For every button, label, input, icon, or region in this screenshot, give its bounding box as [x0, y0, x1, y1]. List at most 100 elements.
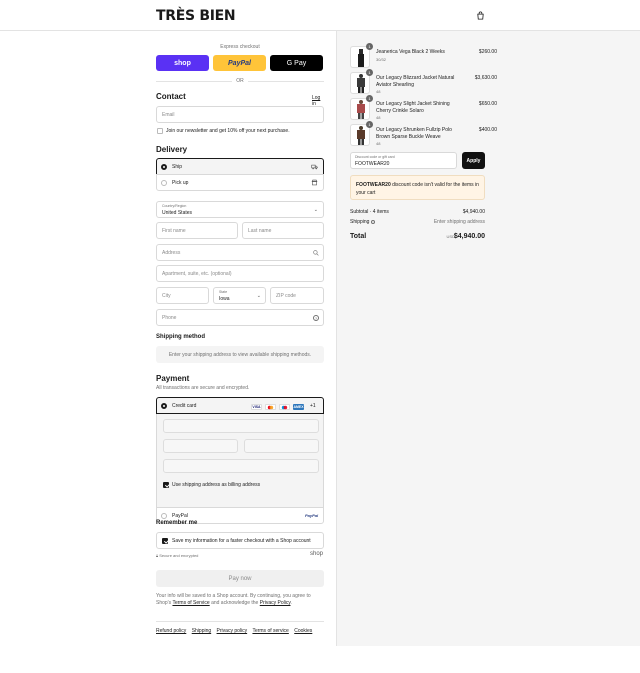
paypal-logo: PayPal — [305, 513, 319, 518]
footer-link-cookies[interactable]: Cookies — [294, 628, 312, 634]
privacy-link[interactable]: Privacy Policy — [260, 600, 291, 606]
credit-card-option[interactable]: Credit card VISA AMEX +1 — [156, 397, 324, 414]
chevron-down-icon: ⌄ — [313, 207, 318, 213]
footer-link-shipping[interactable]: Shipping — [192, 628, 211, 634]
store-icon — [311, 179, 318, 186]
ship-option[interactable]: Ship — [156, 158, 324, 175]
remember-box: Save my information for a faster checkou… — [156, 532, 324, 549]
discount-value: FOOTWEAR20 — [355, 161, 390, 167]
express-checkout-title: Express checkout — [220, 44, 260, 50]
phone-field[interactable]: Phone ? — [156, 309, 324, 326]
page-bottom — [0, 646, 640, 673]
quantity-badge: 1 — [366, 121, 373, 128]
remember-title: Remember me — [156, 520, 198, 526]
discount-error: FOOTWEAR20 discount code isn't valid for… — [350, 175, 485, 200]
delivery-title: Delivery — [156, 145, 188, 154]
ship-label: Ship — [172, 164, 183, 170]
lock-icon: 🔒︎ — [156, 553, 159, 558]
footer-link-terms[interactable]: Terms of service — [252, 628, 288, 634]
secure-label: 🔒︎ Secure and encrypted — [156, 553, 198, 558]
error-code: FOOTWEAR20 — [356, 182, 391, 188]
maestro-icon — [279, 404, 290, 410]
legal-text: Your info will be saved to a Shop accoun… — [156, 593, 324, 607]
expiry-field[interactable] — [163, 439, 238, 453]
shipping-method-title: Shipping method — [156, 334, 205, 340]
card-details-panel: Use shipping address as billing address — [156, 414, 324, 507]
chevron-down-icon: ⌄ — [256, 293, 261, 299]
footer-link-privacy[interactable]: Privacy policy — [217, 628, 248, 634]
item-variant: 48 — [376, 89, 381, 94]
paypal-option-label: PayPal — [172, 513, 188, 519]
ship-radio[interactable] — [161, 163, 167, 170]
cart-item: 1 Jeanerica Vega Black 2 Weeks 30/32 $26… — [350, 43, 497, 68]
item-name: Our Legacy Blizzard Jacket Natural Aviat… — [376, 75, 455, 88]
shopping-bag-icon[interactable] — [476, 11, 485, 20]
state-select[interactable]: State Iowa ⌄ — [213, 287, 266, 304]
item-variant: 48 — [376, 115, 381, 120]
item-price: $260.00 — [478, 49, 497, 55]
payment-subtitle: All transactions are secure and encrypte… — [156, 385, 250, 391]
card-number-field[interactable] — [163, 419, 319, 433]
discount-input[interactable]: Discount code or gift card FOOTWEAR20 — [350, 152, 457, 169]
truck-icon — [311, 164, 318, 170]
item-name: Jeanerica Vega Black 2 Weeks — [376, 49, 445, 55]
or-divider: OR — [156, 78, 324, 84]
zip-field[interactable]: ZIP code — [270, 287, 324, 304]
item-name: Our Legacy Slight Jacket Shining Cherry … — [376, 101, 450, 114]
item-price: $400.00 — [478, 127, 497, 133]
credit-card-label: Credit card — [172, 403, 197, 409]
product-swatch — [358, 54, 361, 67]
phone-placeholder: Phone — [162, 314, 177, 321]
cart-item: 1 Our Legacy Slight Jacket Shining Cherr… — [350, 95, 497, 120]
shipping-label: Shipping — [350, 219, 375, 225]
more-brands-label: +1 — [310, 403, 316, 409]
country-select[interactable]: Country/Region United States ⌄ — [156, 201, 324, 218]
pickup-radio[interactable] — [161, 179, 167, 186]
total-label: Total — [350, 233, 367, 240]
pickup-option[interactable]: Pick up — [156, 174, 324, 191]
quantity-badge: 1 — [366, 69, 373, 76]
pay-now-button[interactable]: Pay now — [156, 570, 324, 587]
footer-links: Refund policy Shipping Privacy policy Te… — [156, 628, 316, 634]
paypal-radio[interactable] — [161, 512, 167, 519]
order-summary: 1 Jeanerica Vega Black 2 Weeks 30/32 $26… — [336, 31, 640, 646]
address-field[interactable]: Address — [156, 244, 324, 261]
info-icon[interactable] — [370, 219, 375, 224]
security-code-field[interactable] — [244, 439, 319, 453]
secure-text: Secure and encrypted — [159, 553, 199, 558]
footer-link-refund[interactable]: Refund policy — [156, 628, 186, 634]
item-price: $3,630.00 — [474, 75, 497, 81]
shipping-label-text: Shipping — [350, 219, 370, 225]
quantity-badge: 1 — [366, 95, 373, 102]
apartment-field[interactable]: Apartment, suite, etc. (optional) — [156, 265, 324, 282]
apply-button[interactable]: Apply — [462, 152, 485, 169]
billing-same-checkbox[interactable] — [163, 482, 169, 488]
quantity-badge: 1 — [366, 43, 373, 50]
terms-link[interactable]: Terms of Service — [172, 600, 209, 606]
store-logo[interactable]: TRÈS BIEN — [156, 8, 236, 24]
credit-card-radio[interactable] — [161, 402, 167, 409]
last-name-field[interactable]: Last name — [242, 222, 324, 239]
mastercard-icon — [265, 404, 276, 410]
email-field[interactable]: Email — [156, 106, 324, 123]
subtotal-label: Subtotal · 4 items — [350, 209, 389, 215]
cart-item: 1 Our Legacy Shrunken Fullzip Polo Brown… — [350, 121, 497, 146]
amex-icon: AMEX — [293, 404, 304, 410]
help-icon[interactable]: ? — [313, 315, 319, 321]
save-info-checkbox[interactable] — [162, 538, 168, 544]
paypal-button[interactable]: PayPal — [213, 55, 266, 71]
newsletter-checkbox[interactable] — [157, 128, 163, 134]
item-variant: 48 — [376, 141, 381, 146]
first-name-field[interactable]: First name — [156, 222, 238, 239]
shop-pay-button[interactable]: shop — [156, 55, 209, 71]
name-on-card-field[interactable] — [163, 459, 319, 473]
item-variant: 30/32 — [376, 57, 387, 62]
city-field[interactable]: City — [156, 287, 209, 304]
discount-label: Discount code or gift card — [355, 155, 395, 159]
total-value: $4,940.00 — [453, 233, 485, 240]
payment-title: Payment — [156, 374, 190, 383]
google-pay-button[interactable]: G Pay — [270, 55, 323, 71]
state-value: Iowa — [219, 296, 230, 302]
item-price: $650.00 — [478, 101, 497, 107]
visa-icon: VISA — [251, 404, 262, 410]
